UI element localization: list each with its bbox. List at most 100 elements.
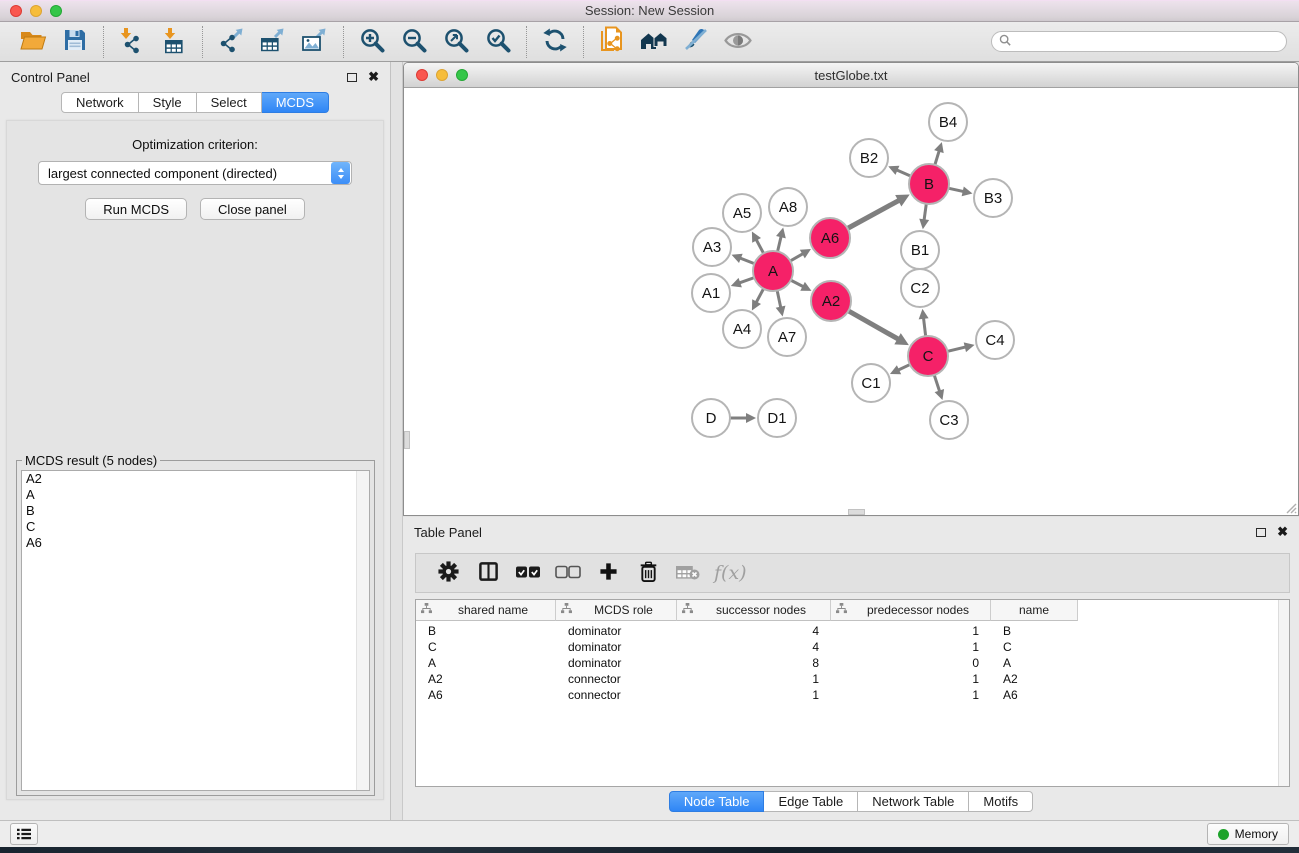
close-panel-icon[interactable]: ✖ (368, 72, 379, 82)
table-row[interactable]: Adominator80A (416, 655, 1289, 671)
zoom-fit-button[interactable] (435, 24, 477, 60)
node-A[interactable]: A (753, 251, 793, 291)
network-minimize-button[interactable] (436, 69, 448, 81)
edge-A-A6[interactable] (789, 249, 811, 262)
function-builder-button[interactable]: f(x) (708, 556, 753, 590)
column-header-MCDS-role[interactable]: MCDS role (556, 600, 677, 621)
run-mcds-button[interactable]: Run MCDS (85, 198, 187, 220)
node-C2[interactable]: C2 (901, 269, 939, 307)
node-A4[interactable]: A4 (723, 310, 761, 348)
refresh-button[interactable] (534, 24, 576, 60)
edge-C-C2[interactable] (919, 309, 929, 338)
node-B[interactable]: B (909, 164, 949, 204)
edge-B-B2[interactable] (888, 166, 912, 177)
home-button[interactable] (633, 24, 675, 60)
minimize-window-button[interactable] (30, 5, 42, 17)
resize-grip-icon[interactable] (1283, 500, 1297, 514)
mcds-result-item[interactable]: A (22, 487, 369, 503)
column-header-predecessor-nodes[interactable]: predecessor nodes (831, 600, 991, 621)
edge-B-B4[interactable] (934, 142, 944, 167)
edge-A2-C[interactable] (847, 310, 909, 345)
node-A8[interactable]: A8 (769, 188, 807, 226)
zoom-selected-button[interactable] (477, 24, 519, 60)
network-canvas[interactable]: B4B2BB3B1A5A8A6A3AA1A4A7A2C2C4CC1C3DD1 (404, 89, 1298, 515)
close-panel-button[interactable]: Close panel (200, 198, 305, 220)
edge-A6-B[interactable] (846, 195, 910, 230)
edge-D-D1[interactable] (728, 413, 756, 423)
edge-A-A4[interactable] (752, 287, 765, 311)
horizontal-scrollbar-nub[interactable] (848, 509, 865, 515)
search-field[interactable] (991, 31, 1287, 52)
tab-style[interactable]: Style (139, 92, 197, 113)
node-C1[interactable]: C1 (852, 364, 890, 402)
node-A7[interactable]: A7 (768, 318, 806, 356)
table-tab-motifs[interactable]: Motifs (969, 791, 1033, 812)
open-file-button[interactable] (12, 24, 54, 60)
hide-style-button[interactable] (675, 24, 717, 60)
mcds-result-item[interactable]: A6 (22, 535, 369, 551)
delete-row-button[interactable] (628, 556, 668, 590)
edge-B-B1[interactable] (919, 202, 929, 229)
edge-A-A8[interactable] (776, 227, 786, 253)
edge-A-A3[interactable] (732, 254, 757, 265)
table-tab-network-table[interactable]: Network Table (858, 791, 969, 812)
column-header-name[interactable]: name (991, 600, 1078, 621)
column-header-successor-nodes[interactable]: successor nodes (677, 600, 831, 621)
task-history-button[interactable] (10, 823, 38, 845)
import-table-button[interactable] (153, 24, 195, 60)
tab-network[interactable]: Network (61, 92, 139, 113)
network-graph[interactable]: B4B2BB3B1A5A8A6A3AA1A4A7A2C2C4CC1C3DD1 (404, 89, 1298, 515)
node-B2[interactable]: B2 (850, 139, 888, 177)
mcds-result-item[interactable]: C (22, 519, 369, 535)
save-session-button[interactable] (54, 24, 96, 60)
edge-B-B3[interactable] (947, 186, 973, 196)
panel-divider[interactable] (391, 62, 403, 820)
table-scrollbar[interactable] (1278, 600, 1289, 786)
import-network-button[interactable] (111, 24, 153, 60)
zoom-out-button[interactable] (393, 24, 435, 60)
table-row[interactable]: Cdominator41C (416, 639, 1289, 655)
mcds-result-item[interactable]: B (22, 503, 369, 519)
select-all-button[interactable] (508, 556, 548, 590)
criterion-select[interactable]: largest connected component (directed) (38, 161, 352, 185)
node-B4[interactable]: B4 (929, 103, 967, 141)
new-network-from-selection-button[interactable] (591, 24, 633, 60)
export-table-button[interactable] (252, 24, 294, 60)
edge-A-A1[interactable] (731, 277, 756, 287)
node-A3[interactable]: A3 (693, 228, 731, 266)
node-A2[interactable]: A2 (811, 281, 851, 321)
node-C4[interactable]: C4 (976, 321, 1014, 359)
delete-table-button[interactable] (668, 556, 708, 590)
export-image-button[interactable] (294, 24, 336, 60)
node-B1[interactable]: B1 (901, 231, 939, 269)
table-row[interactable]: A6connector11A6 (416, 687, 1289, 703)
float-panel-icon[interactable] (347, 73, 357, 82)
node-D[interactable]: D (692, 399, 730, 437)
deselect-all-button[interactable] (548, 556, 588, 590)
node-C[interactable]: C (908, 336, 948, 376)
edge-C-C1[interactable] (890, 364, 912, 375)
export-network-button[interactable] (210, 24, 252, 60)
network-zoom-button[interactable] (456, 69, 468, 81)
gear-button[interactable] (428, 556, 468, 590)
close-table-panel-icon[interactable]: ✖ (1277, 527, 1288, 537)
show-graphics-details-button[interactable] (717, 24, 759, 60)
node-C3[interactable]: C3 (930, 401, 968, 439)
memory-button[interactable]: Memory (1207, 823, 1289, 845)
result-scrollbar[interactable] (356, 471, 369, 790)
tab-select[interactable]: Select (197, 92, 262, 113)
zoom-in-button[interactable] (351, 24, 393, 60)
column-header-shared-name[interactable]: shared name (416, 600, 556, 621)
edge-A-A5[interactable] (752, 232, 765, 256)
zoom-window-button[interactable] (50, 5, 62, 17)
node-A1[interactable]: A1 (692, 274, 730, 312)
tab-mcds[interactable]: MCDS (262, 92, 329, 113)
close-window-button[interactable] (10, 5, 22, 17)
search-input[interactable] (1015, 33, 1279, 50)
edge-A-A7[interactable] (776, 289, 786, 317)
edge-A-A2[interactable] (789, 279, 811, 291)
table-row[interactable]: Bdominator41B (416, 623, 1289, 639)
node-A6[interactable]: A6 (810, 218, 850, 258)
mcds-result-item[interactable]: A2 (22, 471, 369, 487)
node-B3[interactable]: B3 (974, 179, 1012, 217)
